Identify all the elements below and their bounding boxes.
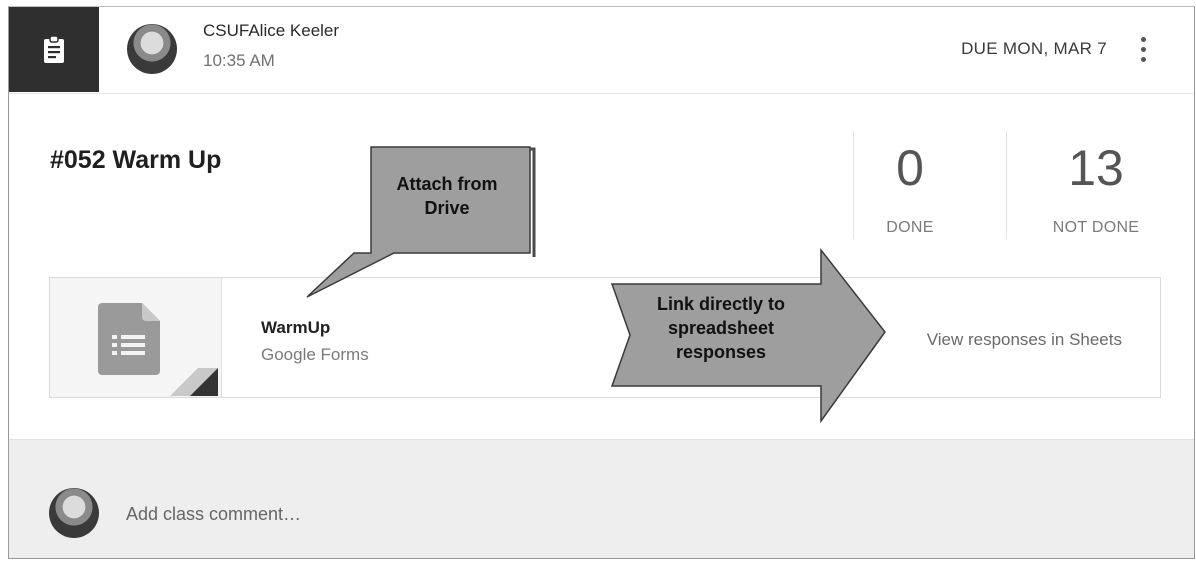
callout-line: responses: [675, 342, 767, 362]
not-done-stat[interactable]: 13 NOT DONE: [1006, 131, 1166, 239]
callout-line: Drive: [424, 198, 470, 218]
more-vert-icon[interactable]: [1136, 31, 1150, 67]
class-comment-input[interactable]: Add class comment…: [126, 504, 301, 525]
done-stat[interactable]: 0 DONE: [853, 131, 1007, 239]
attach-callout-shape: [306, 146, 536, 298]
attachment-type: Google Forms: [261, 345, 369, 364]
assignment-type-badge: [9, 7, 99, 92]
due-date: DUE MON, MAR 7: [961, 39, 1107, 58]
comment-section: Add class comment…: [9, 439, 1194, 558]
attachment-name[interactable]: WarmUp: [261, 318, 330, 338]
assignment-clipboard-icon: [44, 35, 64, 63]
poster-name[interactable]: CSUFAlice Keeler: [203, 21, 339, 41]
post-time: 10:35 AM: [203, 51, 275, 70]
poster-avatar[interactable]: [127, 24, 177, 74]
google-forms-icon: [98, 303, 160, 375]
not-done-count: 13: [1068, 140, 1124, 196]
view-responses-link[interactable]: View responses in Sheets: [927, 330, 1122, 350]
done-label: DONE: [886, 219, 934, 236]
assignment-title[interactable]: #052 Warm Up: [50, 146, 221, 175]
callout-line: Link directly to: [656, 294, 786, 314]
attachment-thumbnail[interactable]: [50, 278, 222, 397]
drive-shortcut-corner-icon: [170, 368, 218, 396]
attachment-card[interactable]: WarmUp Google Forms View responses in Sh…: [49, 277, 1161, 398]
attach-from-drive-callout: Attach from Drive: [373, 172, 521, 220]
callout-line: Attach from: [396, 174, 498, 194]
not-done-label: NOT DONE: [1052, 219, 1140, 236]
commenter-avatar: [49, 488, 99, 538]
assignment-header: CSUFAlice Keeler 10:35 AM DUE MON, MAR 7: [9, 7, 1194, 94]
done-count: 0: [896, 140, 924, 196]
link-responses-callout: Link directly to spreadsheet responses: [621, 292, 821, 364]
callout-line: spreadsheet: [667, 318, 775, 338]
assignment-card: CSUFAlice Keeler 10:35 AM DUE MON, MAR 7…: [8, 6, 1195, 559]
